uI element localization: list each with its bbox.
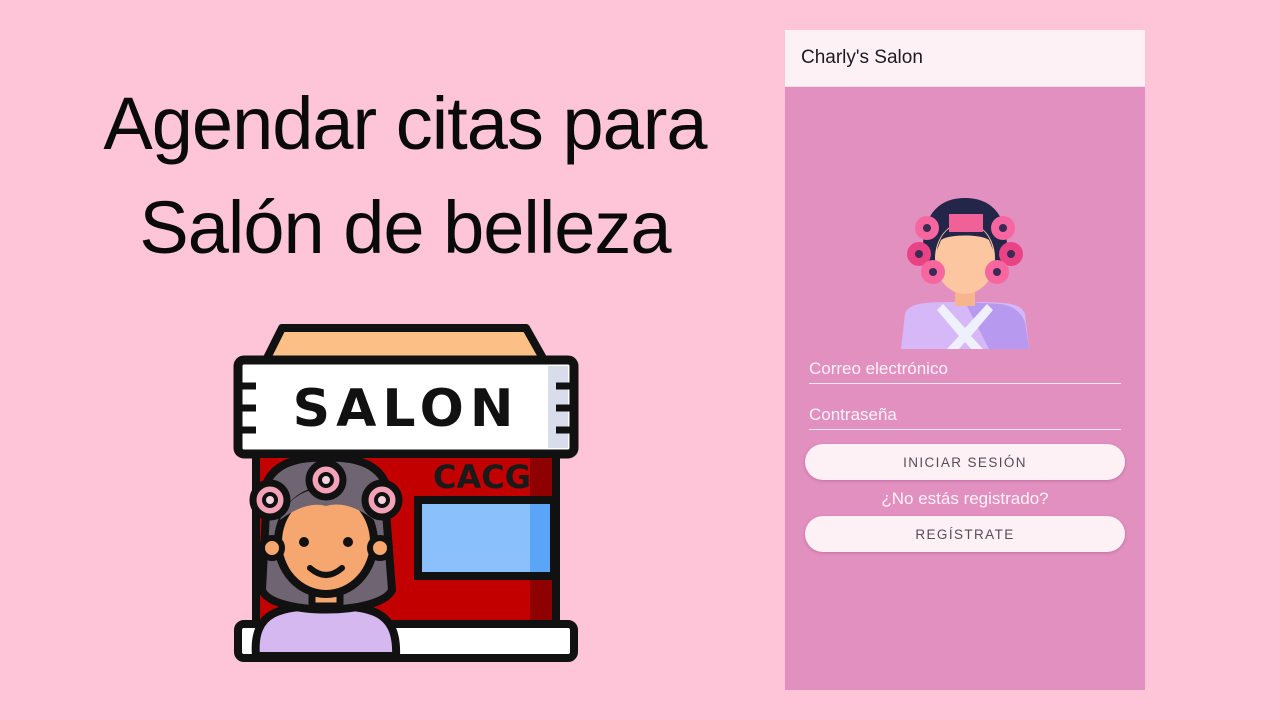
password-field-label: Contraseña bbox=[809, 405, 897, 424]
app-screen: Charly's Salon Correo electrónico Contra… bbox=[785, 30, 1145, 690]
app-title: Charly's Salon bbox=[801, 47, 923, 68]
not-registered-text: ¿No estás registrado? bbox=[881, 489, 1049, 508]
app-bar: Charly's Salon bbox=[785, 30, 1145, 87]
login-button[interactable]: INICIAR SESIÓN bbox=[805, 444, 1125, 480]
salon-storefront-icon: SALON CACG bbox=[230, 320, 582, 666]
headline-line-2: Salón de belleza bbox=[139, 186, 671, 269]
password-field[interactable]: Contraseña bbox=[809, 405, 1121, 430]
store-sign-text: CACG bbox=[433, 458, 531, 496]
sign-text: SALON bbox=[293, 379, 520, 439]
headline-line-1: Agendar citas para bbox=[103, 82, 707, 165]
email-field-label: Correo electrónico bbox=[809, 359, 948, 378]
headline: Agendar citas para Salón de belleza bbox=[80, 72, 730, 280]
woman-with-curlers-icon bbox=[897, 194, 1033, 349]
email-field[interactable]: Correo electrónico bbox=[809, 359, 1121, 384]
register-button[interactable]: REGÍSTRATE bbox=[805, 516, 1125, 552]
